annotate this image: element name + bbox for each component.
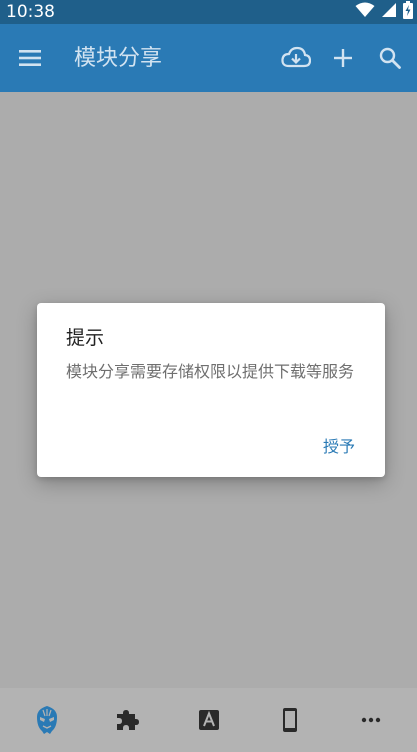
status-time: 10:38: [6, 2, 55, 22]
grant-button[interactable]: 授予: [317, 433, 361, 461]
cloud-download-button[interactable]: [280, 42, 312, 74]
dialog-title: 提示: [66, 327, 105, 349]
nav-item-font[interactable]: [189, 700, 229, 740]
cloud-download-icon: [281, 46, 311, 68]
phone-device-icon: [282, 708, 297, 732]
status-icons: [355, 1, 413, 23]
puzzle-module-icon: [116, 710, 139, 730]
status-bar: 10:38: [0, 0, 417, 24]
app-bar: 模块分享: [0, 24, 417, 92]
search-icon: [379, 47, 401, 69]
add-button[interactable]: [327, 42, 359, 74]
nav-item-modules[interactable]: [108, 700, 148, 740]
menu-button[interactable]: [14, 44, 46, 72]
xposed-mask-icon: [36, 706, 57, 734]
add-icon: [334, 49, 352, 67]
bottom-nav: [0, 688, 417, 752]
nav-item-xposed[interactable]: [27, 700, 67, 740]
nav-item-device[interactable]: [270, 700, 310, 740]
more-horiz-icon: [361, 717, 380, 723]
app-title: 模块分享: [74, 46, 163, 71]
dialog-message: 模块分享需要存储权限以提供下载等服务: [66, 362, 355, 381]
menu-icon: [19, 50, 41, 66]
signal-icon: [381, 2, 397, 22]
font-a-icon: [198, 710, 219, 730]
search-button[interactable]: [374, 42, 406, 74]
wifi-icon: [355, 2, 375, 22]
screen: 10:38 模块分享 提示 模块分享需要存储权限以提供下载等服务 授予: [0, 0, 417, 752]
battery-charging-icon: [403, 1, 413, 23]
nav-item-more[interactable]: [351, 700, 391, 740]
permission-dialog: 提示 模块分享需要存储权限以提供下载等服务 授予: [37, 303, 385, 477]
